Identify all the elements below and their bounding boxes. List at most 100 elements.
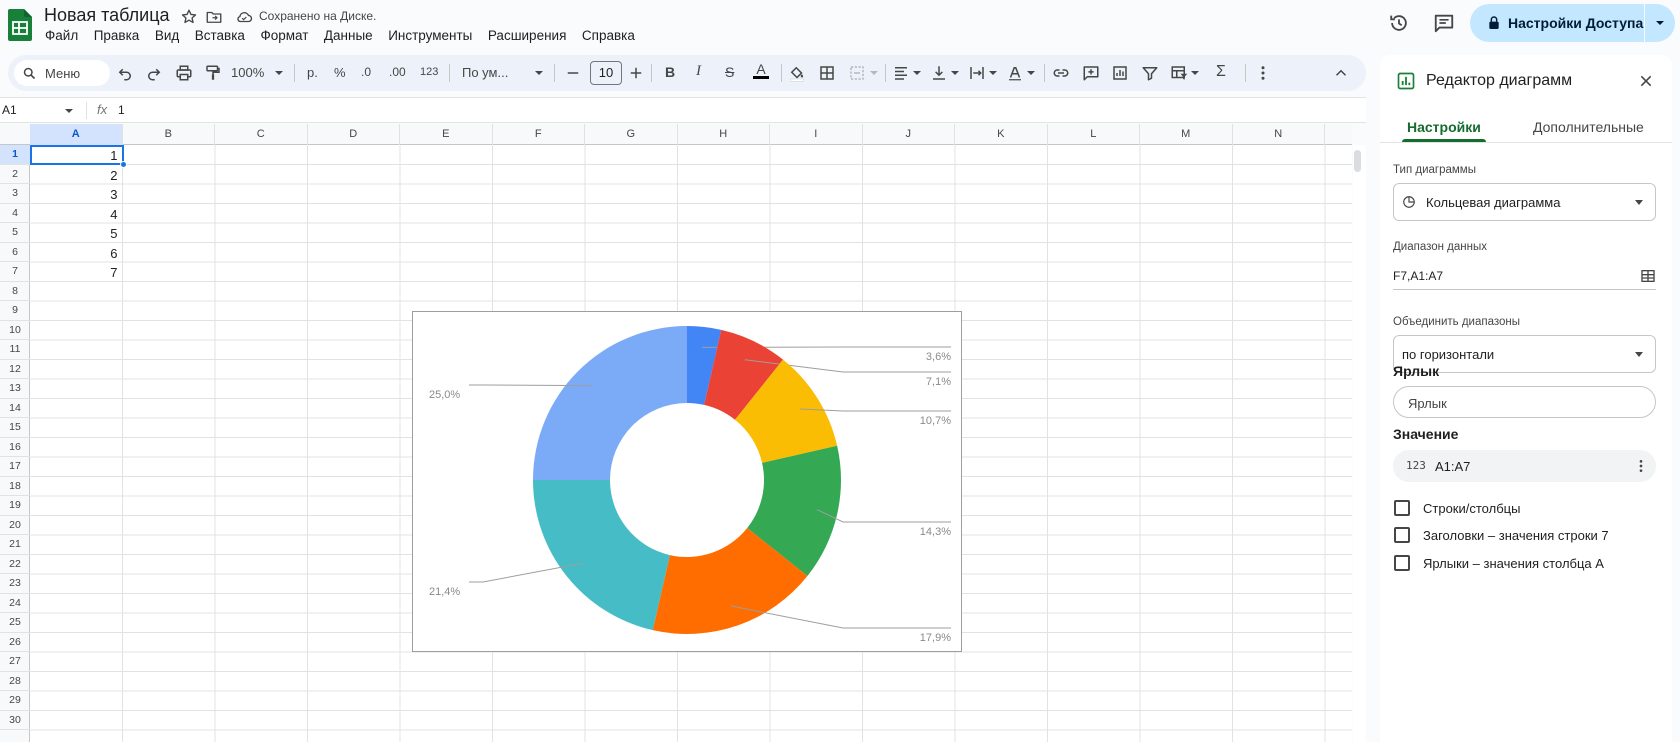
vertical-align-icon[interactable] (930, 64, 948, 82)
close-icon[interactable] (1638, 73, 1654, 89)
row-header[interactable]: 16 (0, 438, 30, 457)
share-button[interactable]: Настройки Доступа (1470, 4, 1644, 42)
align-caret-icon[interactable] (912, 64, 922, 82)
column-header[interactable]: A (30, 124, 123, 145)
cell-value[interactable]: 4 (32, 207, 117, 222)
filter-icon[interactable] (1141, 64, 1159, 82)
donut-chart[interactable]: 3,6% 7,1% 10,7% 14,3% 17,9% 21,4% 25,0% (412, 311, 962, 652)
menu-view[interactable]: Вид (155, 28, 179, 48)
rotation-caret-icon[interactable] (1026, 64, 1036, 82)
borders-icon[interactable] (818, 64, 836, 82)
row-header[interactable]: 10 (0, 321, 30, 340)
decrease-font-size-icon[interactable] (564, 64, 582, 82)
checkbox-switch-rows-columns[interactable] (1394, 500, 1410, 516)
currency-format-button[interactable]: р. (307, 65, 318, 80)
redo-icon[interactable] (145, 64, 163, 82)
cell-value[interactable]: 2 (32, 168, 117, 183)
zoom-value[interactable]: 100% (231, 65, 264, 80)
active-cell-selection[interactable] (30, 145, 124, 165)
menu-search[interactable]: Меню (14, 60, 110, 86)
row-header[interactable]: 2 (0, 165, 30, 184)
column-header[interactable]: D (308, 124, 400, 145)
star-icon[interactable] (180, 8, 198, 26)
row-header[interactable]: 22 (0, 555, 30, 574)
row-header[interactable]: 20 (0, 516, 30, 535)
row-header[interactable]: 5 (0, 223, 30, 243)
row-header[interactable]: 14 (0, 399, 30, 418)
row-header[interactable]: 3 (0, 184, 30, 204)
row-header[interactable]: 12 (0, 360, 30, 379)
more-vert-icon[interactable] (1633, 458, 1649, 474)
more-options-icon[interactable] (1254, 64, 1272, 82)
filter-views-caret-icon[interactable] (1190, 64, 1200, 82)
percent-format-button[interactable]: % (334, 65, 346, 80)
cell-value[interactable]: 7 (32, 265, 117, 280)
menu-insert[interactable]: Вставка (195, 28, 245, 48)
column-header[interactable]: L (1048, 124, 1140, 145)
menu-data[interactable]: Данные (324, 28, 373, 48)
select-range-icon[interactable] (1640, 268, 1656, 284)
text-color-button[interactable]: A (753, 62, 769, 79)
row-header[interactable]: 24 (0, 594, 30, 613)
functions-button[interactable]: Σ (1216, 63, 1226, 81)
italic-button[interactable]: I (696, 63, 701, 80)
decrease-decimal-button[interactable]: .0 (361, 65, 371, 79)
cell-value[interactable]: 5 (32, 226, 117, 241)
increase-decimal-button[interactable]: .00 (389, 65, 406, 79)
insert-link-icon[interactable] (1052, 64, 1070, 82)
row-header[interactable]: 6 (0, 243, 30, 262)
cell-value[interactable]: 6 (32, 246, 117, 261)
column-header[interactable]: B (123, 124, 215, 145)
text-wrap-icon[interactable] (968, 64, 986, 82)
row-header[interactable]: 9 (0, 301, 30, 321)
value-series-chip[interactable]: 123 A1:A7 (1393, 450, 1656, 482)
column-header[interactable]: G (585, 124, 678, 145)
data-range-input[interactable]: F7,A1:A7 (1393, 269, 1443, 283)
print-icon[interactable] (175, 64, 193, 82)
move-folder-icon[interactable] (205, 8, 223, 26)
row-header[interactable]: 13 (0, 379, 30, 399)
sheets-logo-icon[interactable] (8, 9, 32, 41)
column-header[interactable]: N (1233, 124, 1325, 145)
collapse-menus-icon[interactable] (1332, 64, 1350, 82)
filter-views-icon[interactable] (1170, 64, 1188, 82)
tab-customize[interactable]: Дополнительные (1533, 119, 1644, 135)
menu-tools[interactable]: Инструменты (388, 28, 472, 48)
row-header[interactable]: 4 (0, 204, 30, 223)
horizontal-align-icon[interactable] (892, 64, 910, 82)
column-header[interactable]: K (955, 124, 1048, 145)
row-header[interactable]: 27 (0, 652, 30, 672)
vertical-scrollbar[interactable] (1353, 145, 1366, 742)
column-header[interactable]: C (215, 124, 308, 145)
row-header[interactable]: 11 (0, 340, 30, 360)
fill-color-icon[interactable] (788, 64, 806, 82)
row-header[interactable]: 19 (0, 496, 30, 516)
valign-caret-icon[interactable] (950, 64, 960, 82)
comments-icon[interactable] (1433, 12, 1455, 34)
row-header[interactable]: 17 (0, 457, 30, 477)
text-rotation-icon[interactable] (1006, 64, 1024, 82)
chart-type-select[interactable]: Кольцевая диаграмма (1393, 183, 1656, 221)
checkbox-labels-column[interactable] (1394, 555, 1410, 571)
column-header[interactable]: J (863, 124, 955, 145)
column-header[interactable]: H (678, 124, 770, 145)
insert-chart-icon[interactable] (1111, 64, 1129, 82)
cloud-saved-icon[interactable] (234, 8, 254, 26)
row-header[interactable]: 29 (0, 691, 30, 711)
label-range-input[interactable]: Ярлык (1393, 386, 1656, 418)
column-header[interactable]: E (400, 124, 493, 145)
row-header[interactable]: 8 (0, 282, 30, 301)
font-size-input[interactable]: 10 (590, 61, 622, 85)
row-header[interactable]: 23 (0, 574, 30, 594)
row-header[interactable]: 7 (0, 262, 30, 282)
cell-value[interactable]: 3 (32, 187, 117, 202)
font-caret-icon[interactable] (534, 64, 544, 82)
version-history-icon[interactable] (1388, 12, 1410, 34)
merge-caret-icon[interactable] (869, 64, 879, 82)
undo-icon[interactable] (116, 64, 134, 82)
menu-edit[interactable]: Правка (94, 28, 140, 48)
row-header[interactable]: 18 (0, 477, 30, 496)
name-box-caret-icon[interactable] (64, 106, 74, 116)
increase-font-size-icon[interactable] (627, 64, 645, 82)
wrap-caret-icon[interactable] (988, 64, 998, 82)
